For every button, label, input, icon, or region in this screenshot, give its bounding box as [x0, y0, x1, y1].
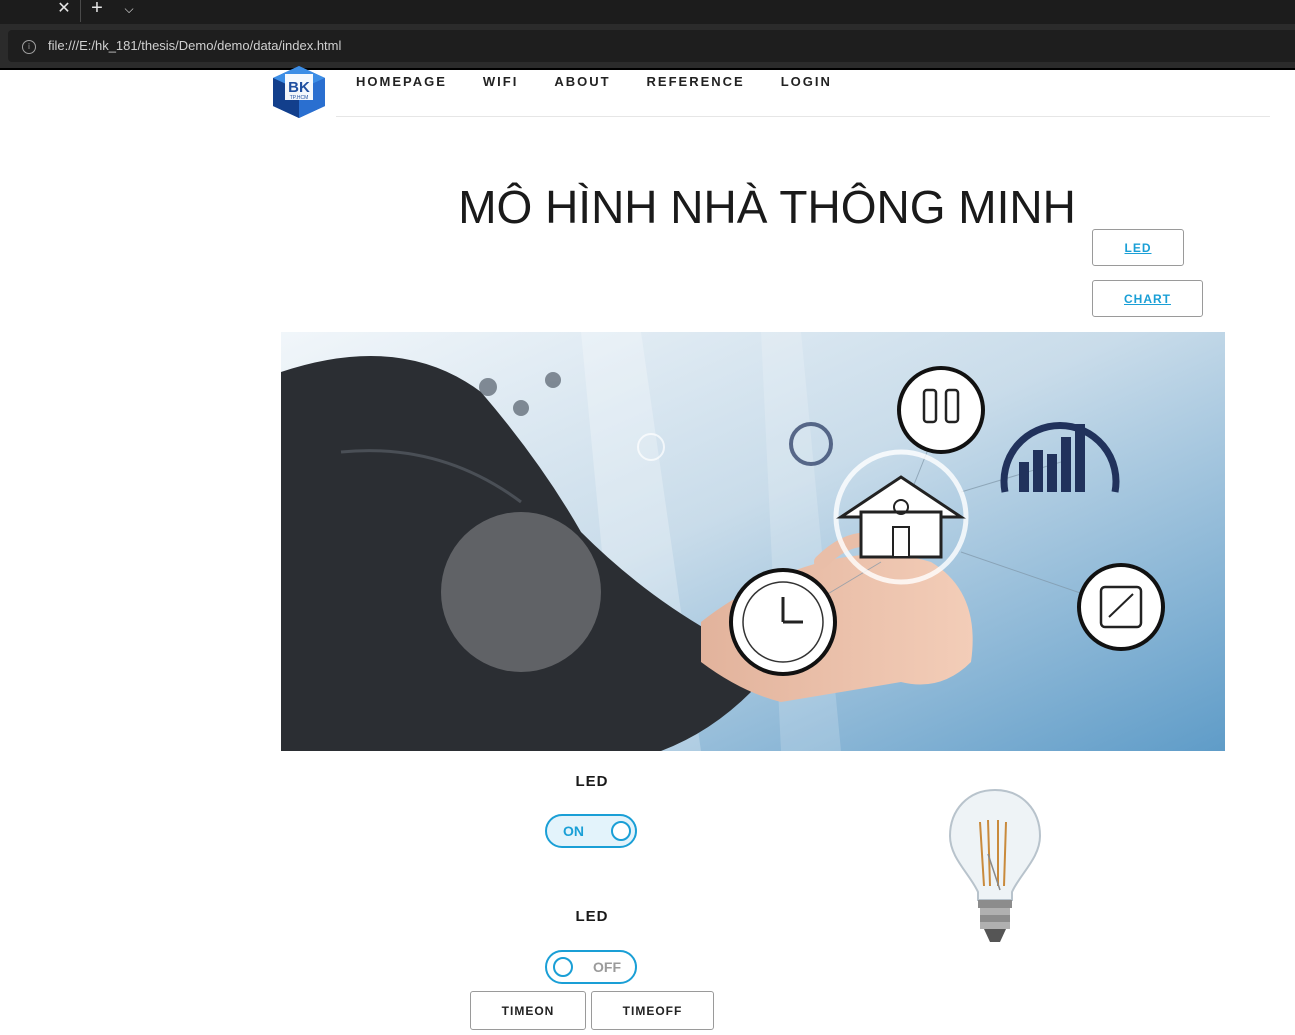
- led1-toggle[interactable]: ON: [545, 814, 637, 848]
- browser-tab-strip: ✕ + ⌵: [0, 0, 1295, 24]
- nav-homepage[interactable]: HOMEPAGE: [356, 72, 447, 92]
- led-link-button[interactable]: LED: [1092, 229, 1184, 266]
- led2-label: LED: [575, 908, 609, 925]
- light-bulb-image: [948, 788, 1042, 942]
- tab-separator: [80, 0, 81, 22]
- url-field[interactable]: i file:///E:/hk_181/thesis/Demo/demo/dat…: [8, 30, 1295, 62]
- timeon-button[interactable]: TIMEON: [470, 991, 586, 1030]
- logo-subtext: TP.HCM: [290, 95, 309, 101]
- tablet-icon: [1077, 563, 1165, 651]
- chevron-down-icon[interactable]: ⌵: [120, 0, 138, 18]
- url-text[interactable]: file:///E:/hk_181/thesis/Demo/demo/data/…: [48, 38, 341, 54]
- bk-logo[interactable]: BK TP.HCM: [263, 62, 335, 122]
- led2-toggle-knob: [553, 957, 573, 977]
- close-icon[interactable]: ✕: [55, 0, 73, 18]
- led2-toggle-state: OFF: [593, 959, 621, 975]
- chart-link-button[interactable]: CHART: [1092, 280, 1203, 317]
- page-title: MÔ HÌNH NHÀ THÔNG MINH: [458, 181, 1076, 233]
- led1-toggle-state: ON: [563, 823, 584, 839]
- nav-reference[interactable]: REFERENCE: [647, 72, 745, 92]
- nav-wifi[interactable]: WIFI: [483, 72, 518, 92]
- smart-home-hero-image: [281, 332, 1225, 751]
- clock-icon: [729, 568, 837, 676]
- info-icon[interactable]: i: [22, 40, 36, 54]
- nav-divider: [336, 116, 1270, 117]
- main-nav: HOMEPAGE WIFI ABOUT REFERENCE LOGIN: [356, 72, 868, 92]
- binoculars-icon: [897, 366, 985, 454]
- nav-login[interactable]: LOGIN: [781, 72, 832, 92]
- address-bar: i file:///E:/hk_181/thesis/Demo/demo/dat…: [0, 24, 1295, 68]
- timeoff-button[interactable]: TIMEOFF: [591, 991, 714, 1030]
- logo-text: BK: [288, 79, 310, 96]
- led1-toggle-knob: [611, 821, 631, 841]
- plus-icon[interactable]: +: [88, 0, 106, 18]
- nav-about[interactable]: ABOUT: [554, 72, 610, 92]
- led2-toggle[interactable]: OFF: [545, 950, 637, 984]
- led1-label: LED: [575, 773, 609, 790]
- chrome-divider: [0, 68, 1295, 70]
